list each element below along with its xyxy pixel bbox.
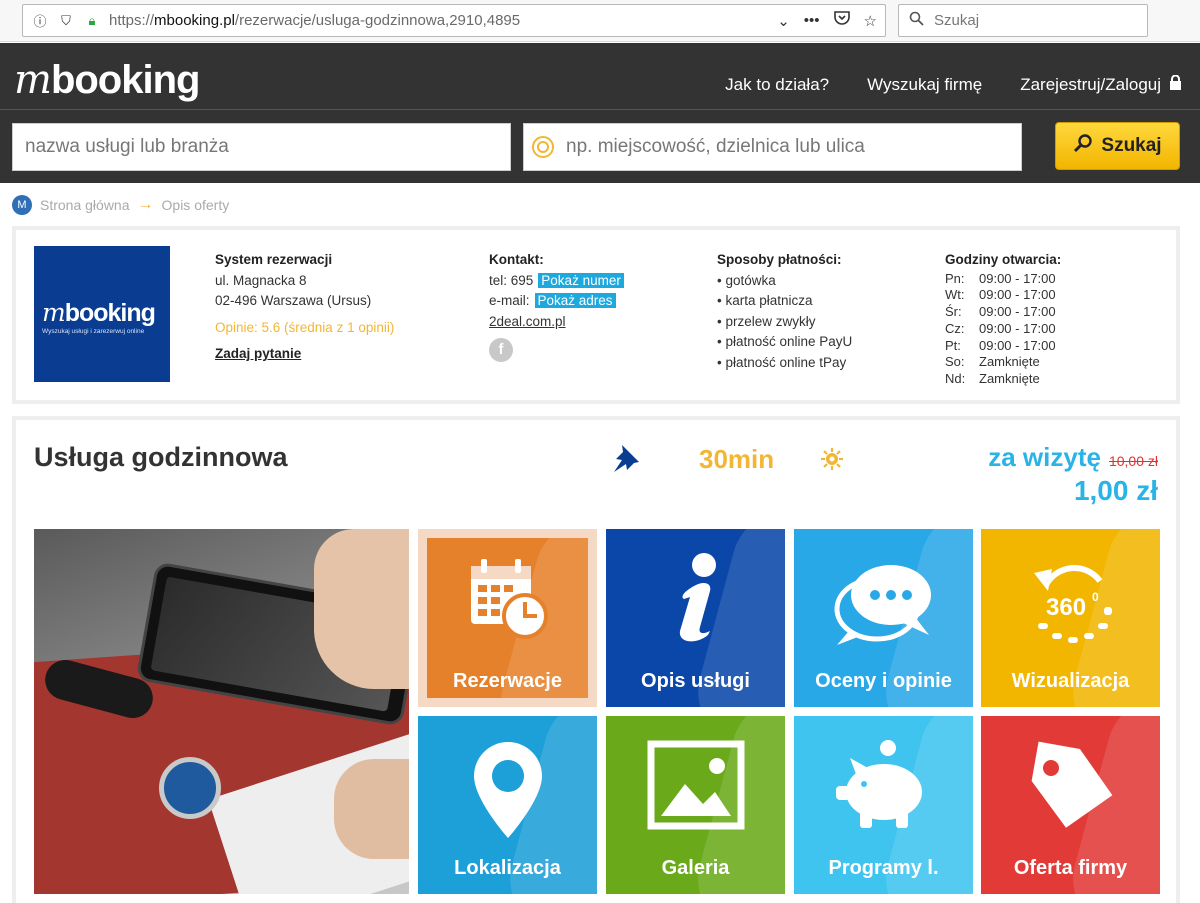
tile-service-description[interactable]: Opis usługi	[606, 529, 785, 707]
sun-badge-icon	[821, 448, 843, 470]
breadcrumb-home[interactable]: Strona główna	[40, 197, 130, 213]
lock-icon	[1169, 74, 1182, 95]
hours-row: Pn: 09:00 - 17:00	[945, 270, 1056, 286]
payment-title: Sposoby płatności:	[717, 252, 842, 267]
price-tag-icon	[1031, 741, 1112, 828]
payment-item: • przelew zwykły	[717, 313, 816, 329]
payment-item: • płatność online PayU	[717, 334, 853, 349]
svg-text:360: 360	[1046, 594, 1086, 621]
tile-reviews[interactable]: Oceny i opinie	[794, 529, 973, 707]
company-name[interactable]: System rezerwacji	[215, 250, 394, 271]
hours-row: Wt: 09:00 - 17:00	[945, 287, 1056, 303]
facebook-icon[interactable]: f	[489, 338, 513, 362]
service-duration: 30min	[699, 444, 775, 474]
company-street: ul. Magnacka 8	[215, 272, 307, 288]
payment-methods: Sposoby płatności: • gotówka • karta pła…	[717, 250, 852, 373]
company-info: System rezerwacji ul. Magnacka 8 02-496 …	[215, 250, 394, 365]
show-email-button[interactable]: Pokaż adres	[534, 293, 616, 308]
chat-bubbles-icon	[834, 565, 931, 645]
nav-find-company[interactable]: Wyszukaj firmę	[867, 75, 982, 95]
search-icon	[909, 11, 924, 30]
old-price: 10,00 zł	[1108, 453, 1158, 469]
hours-row: Cz: 09:00 - 17:00	[945, 320, 1056, 336]
price-label: za wizytę	[988, 442, 1101, 472]
nav-register-login[interactable]: Zarejestruj/Zaloguj	[1020, 74, 1182, 95]
contact-info: Kontakt: tel: 695 Pokaż numer e-mail: Poka…	[489, 250, 624, 362]
tile-company-offer[interactable]: Oferta firmy	[981, 716, 1160, 894]
tile-reservations[interactable]: Rezerwacje	[418, 529, 597, 707]
service-title: Usługa godzinnowa	[34, 442, 288, 472]
email-label: e-mail:	[489, 293, 530, 308]
rotate-360-icon: 360 0	[1033, 565, 1112, 643]
company-card: mbooking Wyszukaj usługi i zarezerwuj on…	[12, 226, 1180, 404]
breadcrumb: M Strona główna → Opis oferty	[12, 195, 229, 215]
company-city: 02-496 Warszawa (Ursus)	[215, 293, 372, 308]
hours-row: Śr: 09:00 - 17:00	[945, 304, 1056, 320]
svg-text:0: 0	[1092, 590, 1099, 604]
hours-row: Nd: Zamknięte	[945, 371, 1040, 387]
company-rating[interactable]: Opinie: 5.6 (średnia z 1 opinii)	[215, 318, 394, 339]
browser-toolbar: ⓘ ⛉ 🔒︎ https://mbooking.pl/rezerwacje/us…	[0, 0, 1200, 42]
price-box: za wizytę 10,00 zł 1,00 zł	[988, 442, 1158, 507]
site-header: mbooking Jak to działa? Wyszukaj firmę Z…	[0, 43, 1200, 183]
service-photo	[34, 529, 409, 894]
browser-search-placeholder: Szukaj	[934, 12, 980, 29]
search-icon	[1073, 133, 1093, 159]
info-icon	[679, 553, 716, 642]
service-search-input[interactable]: nazwa usługi lub branża	[12, 123, 511, 171]
tile-location[interactable]: Lokalizacja	[418, 716, 597, 894]
nav-how-it-works[interactable]: Jak to działa?	[725, 75, 829, 95]
pocket-icon[interactable]	[833, 11, 850, 30]
website-link[interactable]: 2deal.com.pl	[489, 312, 624, 333]
breadcrumb-current: Opis oferty	[161, 197, 230, 213]
show-number-button[interactable]: Pokaż numer	[538, 272, 624, 288]
company-logo: mbooking Wyszukaj usługi i zarezerwuj on…	[34, 246, 170, 382]
map-pin-icon	[473, 742, 542, 838]
url-bar[interactable]: ⓘ ⛉ 🔒︎ https://mbooking.pl/rezerwacje/us…	[22, 4, 886, 37]
payment-item: • płatność online tPay	[717, 354, 847, 370]
pushpin-icon[interactable]	[608, 442, 642, 476]
header-divider	[0, 109, 1200, 110]
calendar-clock-icon	[470, 559, 548, 639]
payment-item: • gotówka	[717, 272, 776, 288]
payment-item: • karta płatnicza	[717, 293, 813, 308]
star-icon[interactable]: ☆	[864, 12, 877, 30]
tile-gallery[interactable]: Galeria	[606, 716, 785, 894]
browser-search-input[interactable]: Szukaj	[898, 4, 1148, 37]
tile-loyalty-programs[interactable]: Programy l.	[794, 716, 973, 894]
url-text[interactable]: https://mbooking.pl/rezerwacje/usluga-go…	[109, 12, 520, 29]
service-tiles: Rezerwacje Opis usługi Oceny i opinie 36…	[418, 529, 1160, 894]
new-price: 1,00 zł	[1073, 475, 1158, 506]
hours-title: Godziny otwarcia:	[945, 252, 1062, 267]
contact-title: Kontakt:	[489, 252, 544, 267]
service-card: Usługa godzinnowa 30min za wizytę 10,00 …	[12, 416, 1180, 903]
more-icon[interactable]: •••	[804, 12, 820, 29]
ask-question-link[interactable]: Zadaj pytanie	[215, 344, 394, 365]
location-search-input[interactable]: np. miejscowość, dzielnica lub ulica	[523, 123, 1022, 171]
url-actions: ⌄ ••• ☆	[777, 5, 877, 36]
tile-visualization[interactable]: 360 0 Wizualizacja	[981, 529, 1160, 707]
shield-icon[interactable]: ⛉	[57, 12, 75, 30]
site-logo[interactable]: mbooking	[14, 57, 200, 103]
opening-hours: Godziny otwarcia: Pn: 09:00 - 17:00 Wt: 09…	[945, 250, 1061, 388]
search-button[interactable]: Szukaj	[1055, 122, 1180, 170]
hours-row: Pt: 09:00 - 17:00	[945, 337, 1056, 353]
arrow-right-icon: →	[137, 196, 154, 213]
lock-icon[interactable]: 🔒︎	[83, 12, 101, 30]
main-nav: Jak to działa? Wyszukaj firmę Zarejestru…	[725, 74, 1182, 95]
mbooking-logo-icon[interactable]: M	[12, 195, 32, 215]
info-icon[interactable]: ⓘ	[31, 12, 49, 30]
piggy-bank-icon	[835, 740, 922, 828]
image-gallery-icon	[647, 740, 744, 830]
hours-row: So: Zamknięte	[945, 354, 1040, 370]
tel-label: tel: 695	[489, 272, 534, 288]
chevron-down-icon[interactable]: ⌄	[777, 12, 790, 30]
target-location-icon[interactable]	[532, 136, 554, 158]
